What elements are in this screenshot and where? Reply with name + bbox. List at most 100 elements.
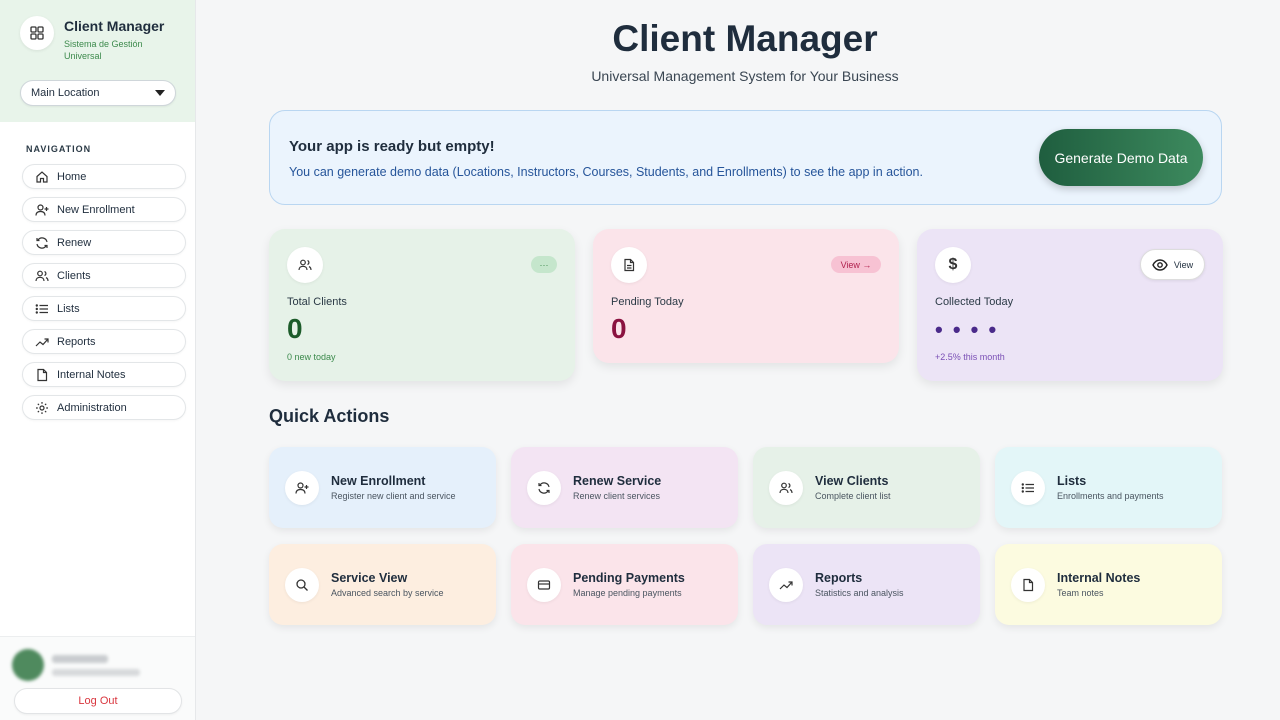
credit-card-icon bbox=[527, 568, 561, 602]
stat-footnote: +2.5% this month bbox=[935, 352, 1005, 362]
logout-button[interactable]: Log Out bbox=[14, 688, 182, 714]
sidebar-item-label: Clients bbox=[57, 269, 91, 282]
sidebar-item-internal-notes[interactable]: Internal Notes bbox=[22, 362, 186, 387]
user-plus-icon bbox=[285, 471, 319, 505]
sidebar-header: Client Manager Sistema de Gestión Univer… bbox=[0, 0, 195, 122]
sidebar-item-clients[interactable]: Clients bbox=[22, 263, 186, 288]
quick-action-title: Service View bbox=[331, 571, 408, 585]
users-icon bbox=[769, 471, 803, 505]
stat-footnote: 0 new today bbox=[287, 352, 336, 362]
sidebar-item-home[interactable]: Home bbox=[22, 164, 186, 189]
location-select[interactable]: Main Location bbox=[20, 80, 176, 106]
file-icon bbox=[37, 368, 48, 381]
brand-title: Client Manager bbox=[64, 18, 165, 34]
gear-icon bbox=[36, 401, 48, 414]
grid-icon[interactable] bbox=[20, 16, 54, 50]
page-title: Client Manager bbox=[612, 18, 878, 59]
quick-action-new-enrollment[interactable]: New Enrollment Register new client and s… bbox=[269, 447, 496, 528]
user-name-redacted bbox=[52, 654, 108, 663]
home-icon bbox=[36, 170, 48, 183]
quick-actions-title: Quick Actions bbox=[269, 406, 390, 426]
brand-subtitle: Sistema de Gestión Universal bbox=[64, 39, 143, 61]
sidebar-item-new-enrollment[interactable]: New Enrollment bbox=[22, 197, 186, 222]
banner-title: Your app is ready but empty! bbox=[289, 138, 495, 155]
stat-value: 0 bbox=[611, 313, 627, 344]
stat-label: Pending Today bbox=[611, 296, 684, 308]
nav-section-title: NAVIGATION bbox=[26, 144, 92, 154]
quick-action-lists[interactable]: Lists Enrollments and payments bbox=[995, 447, 1222, 528]
quick-action-desc: Advanced search by service bbox=[331, 588, 444, 598]
quick-action-internal-notes[interactable]: Internal Notes Team notes bbox=[995, 544, 1222, 625]
avatar bbox=[12, 649, 44, 681]
file-text-icon bbox=[611, 247, 647, 283]
sidebar-item-label: Renew bbox=[57, 236, 92, 249]
stat-value-hidden: • • • • bbox=[935, 317, 999, 342]
sidebar-nav: Home New Enrollment Renew Clients Lists … bbox=[22, 164, 195, 420]
view-pending-pill[interactable]: View → bbox=[831, 256, 881, 273]
user-info-redacted bbox=[52, 654, 140, 676]
quick-action-desc: Complete client list bbox=[815, 491, 891, 501]
trending-up-icon bbox=[35, 337, 49, 346]
page-subtitle: Universal Management System for Your Bus… bbox=[591, 68, 899, 84]
quick-action-desc: Enrollments and payments bbox=[1057, 491, 1164, 501]
user-plus-icon bbox=[35, 203, 49, 216]
empty-state-banner: Your app is ready but empty! You can gen… bbox=[269, 110, 1222, 205]
list-icon bbox=[35, 303, 48, 314]
search-icon bbox=[285, 568, 319, 602]
eye-icon bbox=[1152, 258, 1168, 271]
sidebar: Client Manager Sistema de Gestión Univer… bbox=[0, 0, 196, 720]
view-button-label: View bbox=[1173, 259, 1194, 270]
quick-action-desc: Statistics and analysis bbox=[815, 588, 904, 598]
stat-card-total-clients[interactable]: ··· Total Clients 0 0 new today bbox=[269, 229, 575, 381]
quick-action-title: Internal Notes bbox=[1057, 571, 1141, 585]
stat-label: Collected Today bbox=[935, 296, 1014, 308]
refresh-icon bbox=[527, 471, 561, 505]
user-email-redacted bbox=[52, 668, 140, 676]
quick-action-desc: Team notes bbox=[1057, 588, 1104, 598]
sidebar-item-administration[interactable]: Administration bbox=[22, 395, 186, 420]
view-collected-button[interactable]: View bbox=[1140, 249, 1205, 280]
quick-action-title: Reports bbox=[815, 571, 863, 585]
quick-action-service-view[interactable]: Service View Advanced search by service bbox=[269, 544, 496, 625]
file-icon bbox=[1011, 568, 1045, 602]
quick-action-desc: Renew client services bbox=[573, 491, 661, 501]
quick-action-title: Pending Payments bbox=[573, 571, 685, 585]
sidebar-item-label: Internal Notes bbox=[57, 368, 126, 381]
user-profile[interactable] bbox=[0, 637, 195, 681]
sidebar-item-renew[interactable]: Renew bbox=[22, 230, 186, 255]
stat-value: 0 bbox=[287, 313, 303, 344]
sidebar-item-label: Home bbox=[57, 170, 87, 183]
location-select-value: Main Location bbox=[31, 87, 100, 99]
list-icon bbox=[1011, 471, 1045, 505]
sidebar-item-label: Reports bbox=[57, 335, 96, 348]
quick-action-desc: Register new client and service bbox=[331, 491, 456, 501]
refresh-icon bbox=[36, 236, 48, 249]
sidebar-item-reports[interactable]: Reports bbox=[22, 329, 186, 354]
stat-card-pending-today[interactable]: View → Pending Today 0 bbox=[593, 229, 899, 363]
main-content: Client Manager Universal Management Syst… bbox=[196, 0, 1280, 720]
quick-action-view-clients[interactable]: View Clients Complete client list bbox=[753, 447, 980, 528]
quick-action-title: Renew Service bbox=[573, 474, 662, 488]
trending-up-icon bbox=[769, 568, 803, 602]
quick-action-title: Lists bbox=[1057, 474, 1087, 488]
users-icon bbox=[287, 247, 323, 283]
users-icon bbox=[35, 270, 49, 281]
brand: Client Manager Sistema de Gestión Univer… bbox=[20, 16, 175, 62]
stat-card-collected-today[interactable]: $ View Collected Today • • • • +2.5% thi… bbox=[917, 229, 1223, 381]
stat-label: Total Clients bbox=[287, 296, 347, 308]
sidebar-footer: Log Out bbox=[0, 636, 195, 720]
quick-action-reports[interactable]: Reports Statistics and analysis bbox=[753, 544, 980, 625]
sidebar-item-label: Administration bbox=[57, 401, 127, 414]
generate-demo-data-button[interactable]: Generate Demo Data bbox=[1039, 129, 1203, 186]
quick-action-desc: Manage pending payments bbox=[573, 588, 682, 598]
more-options-pill[interactable]: ··· bbox=[531, 256, 557, 273]
quick-action-pending-payments[interactable]: Pending Payments Manage pending payments bbox=[511, 544, 738, 625]
dollar-icon: $ bbox=[935, 247, 971, 283]
quick-action-title: New Enrollment bbox=[331, 474, 426, 488]
sidebar-item-label: Lists bbox=[57, 302, 80, 315]
quick-action-title: View Clients bbox=[815, 474, 889, 488]
sidebar-item-lists[interactable]: Lists bbox=[22, 296, 186, 321]
banner-text: You can generate demo data (Locations, I… bbox=[289, 165, 923, 179]
sidebar-item-label: New Enrollment bbox=[57, 203, 135, 216]
quick-action-renew-service[interactable]: Renew Service Renew client services bbox=[511, 447, 738, 528]
